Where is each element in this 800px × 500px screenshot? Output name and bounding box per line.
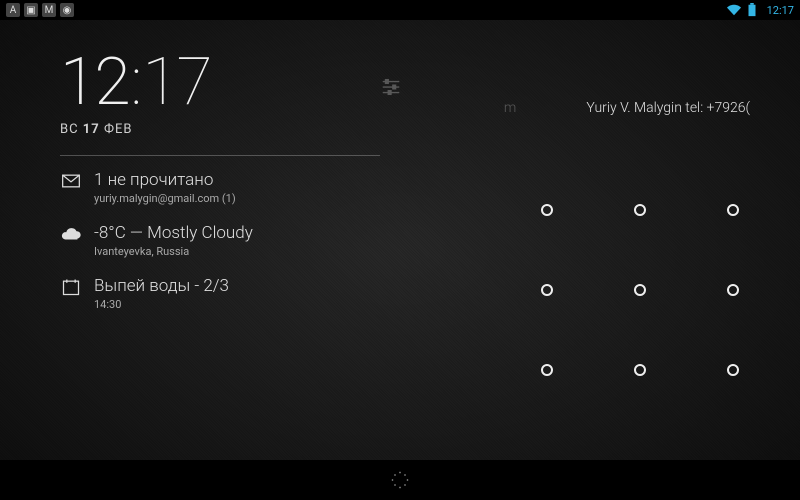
status-bar: A ▣ M ◉ 12:17: [0, 0, 800, 20]
clock-minutes: 17: [142, 50, 210, 116]
status-right: 12:17: [727, 3, 794, 17]
pattern-dot[interactable]: [541, 204, 553, 216]
pattern-dot[interactable]: [727, 284, 739, 296]
divider: [60, 155, 380, 156]
pattern-dot[interactable]: [727, 364, 739, 376]
extension-gmail[interactable]: 1 не прочитано yuriy.malygin@gmail.com (…: [60, 170, 420, 205]
date-label: ВС 17 ФЕВ: [60, 122, 420, 137]
pattern-dot[interactable]: [541, 364, 553, 376]
lockscreen-widget: 12:17 ВС 17 ФЕВ 1 не прочитано yuriy.mal…: [60, 50, 420, 460]
date-month: ФЕВ: [104, 122, 133, 137]
sync-icon: ◉: [60, 3, 74, 17]
pattern-dot[interactable]: [541, 284, 553, 296]
extension-calendar[interactable]: Выпей воды - 2/3 14:30: [60, 276, 420, 311]
owner-text: Yuriy V. Malygin tel: +7926(: [586, 100, 750, 116]
pattern-dot[interactable]: [634, 204, 646, 216]
owner-hint-fragment: m: [504, 100, 516, 116]
battery-icon: [747, 3, 761, 17]
date-day: 17: [83, 122, 100, 137]
status-notification-icons: A ▣ M ◉: [6, 3, 74, 17]
loading-spinner-icon: [390, 470, 410, 490]
extension-sub: Ivanteyevka, Russia: [94, 245, 253, 258]
clock-widget[interactable]: 12:17: [60, 50, 420, 116]
clock-hours: 12: [60, 50, 129, 116]
calendar-icon: [60, 276, 82, 298]
gmail-icon: [60, 170, 82, 192]
navigation-bar: [0, 460, 800, 500]
extension-title: Выпей воды - 2/3: [94, 276, 229, 296]
extension-sub: yuriy.malygin@gmail.com (1): [94, 192, 236, 205]
owner-info: m Yuriy V. Malygin tel: +7926(: [504, 100, 750, 116]
cloud-icon: [60, 223, 82, 245]
abp-icon: A: [6, 3, 20, 17]
extension-title: 1 не прочитано: [94, 170, 236, 190]
extension-title: -8°C — Mostly Cloudy: [94, 223, 253, 243]
date-dow: ВС: [60, 122, 79, 137]
pattern-lock[interactable]: [500, 170, 780, 410]
extension-weather[interactable]: -8°C — Mostly Cloudy Ivanteyevka, Russia: [60, 223, 420, 258]
wifi-icon: [727, 3, 741, 17]
gmail-status-icon: M: [42, 3, 56, 17]
pattern-dot[interactable]: [634, 364, 646, 376]
pattern-dot[interactable]: [634, 284, 646, 296]
status-clock: 12:17: [767, 4, 794, 17]
pattern-dot[interactable]: [727, 204, 739, 216]
extension-sub: 14:30: [94, 298, 229, 311]
gallery-icon: ▣: [24, 3, 38, 17]
settings-sliders-icon[interactable]: [380, 76, 402, 98]
